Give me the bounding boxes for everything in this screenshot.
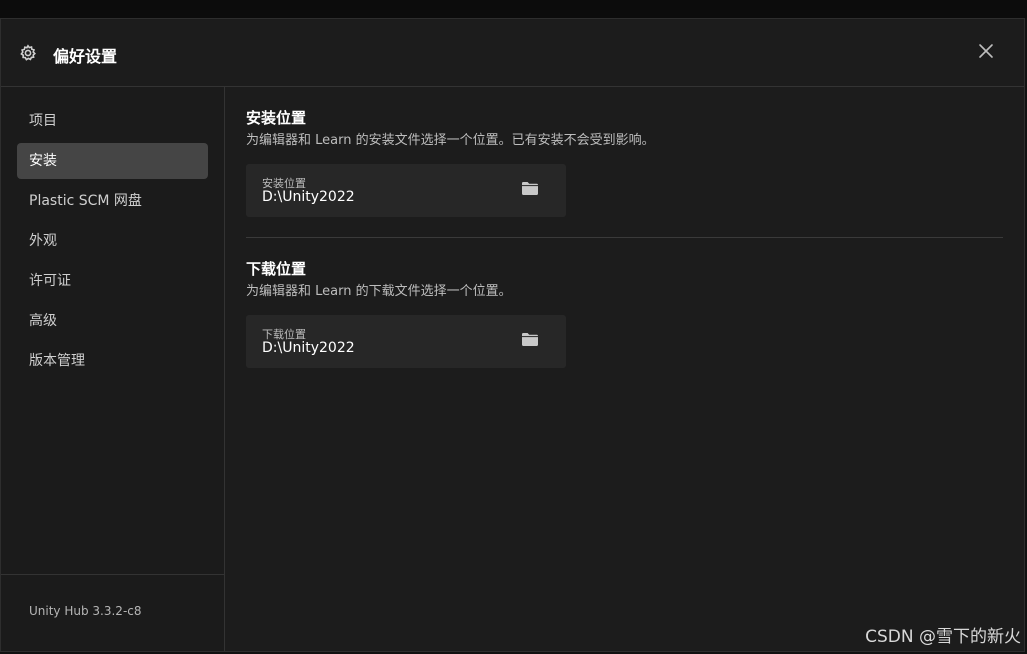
- download-location-field[interactable]: 下载位置 D:\Unity2022: [246, 315, 566, 368]
- download-location-description: 为编辑器和 Learn 的下载文件选择一个位置。: [246, 284, 512, 299]
- dialog-title: 偏好设置: [53, 47, 118, 66]
- sidebar-item-plastic-scm[interactable]: Plastic SCM 网盘: [17, 183, 208, 219]
- preferences-dialog: 偏好设置 项目 安装 Plastic SCM 网盘 外观 许可证 高级 版本管理…: [0, 18, 1025, 652]
- install-location-description: 为编辑器和 Learn 的安装文件选择一个位置。已有安装不会受到影响。: [246, 133, 655, 148]
- close-icon[interactable]: [976, 41, 996, 61]
- app-version: Unity Hub 3.3.2-c8: [29, 604, 142, 618]
- install-location-field[interactable]: 安装位置 D:\Unity2022: [246, 164, 566, 217]
- gear-icon: [19, 44, 37, 62]
- folder-icon[interactable]: [521, 181, 539, 196]
- window-top-strip: [0, 0, 1027, 18]
- sidebar-item-advanced[interactable]: 高级: [17, 303, 208, 339]
- folder-icon[interactable]: [521, 332, 539, 347]
- sidebar-item-version-control[interactable]: 版本管理: [17, 343, 208, 379]
- sidebar-item-projects[interactable]: 项目: [17, 103, 208, 139]
- main-content: 安装位置 为编辑器和 Learn 的安装文件选择一个位置。已有安装不会受到影响。…: [225, 87, 1024, 651]
- sidebar: 项目 安装 Plastic SCM 网盘 外观 许可证 高级 版本管理 Unit…: [1, 87, 225, 651]
- install-location-title: 安装位置: [246, 109, 307, 127]
- sidebar-item-licenses[interactable]: 许可证: [17, 263, 208, 299]
- csdn-watermark: CSDN @雪下的新火: [865, 627, 1021, 647]
- dialog-header: 偏好设置: [1, 19, 1024, 87]
- sidebar-item-installs[interactable]: 安装: [17, 143, 208, 179]
- install-location-field-value: D:\Unity2022: [262, 189, 355, 205]
- sidebar-footer: Unity Hub 3.3.2-c8: [1, 574, 224, 651]
- download-location-field-value: D:\Unity2022: [262, 340, 355, 356]
- section-divider: [246, 237, 1003, 238]
- download-location-title: 下载位置: [246, 260, 307, 278]
- sidebar-item-appearance[interactable]: 外观: [17, 223, 208, 259]
